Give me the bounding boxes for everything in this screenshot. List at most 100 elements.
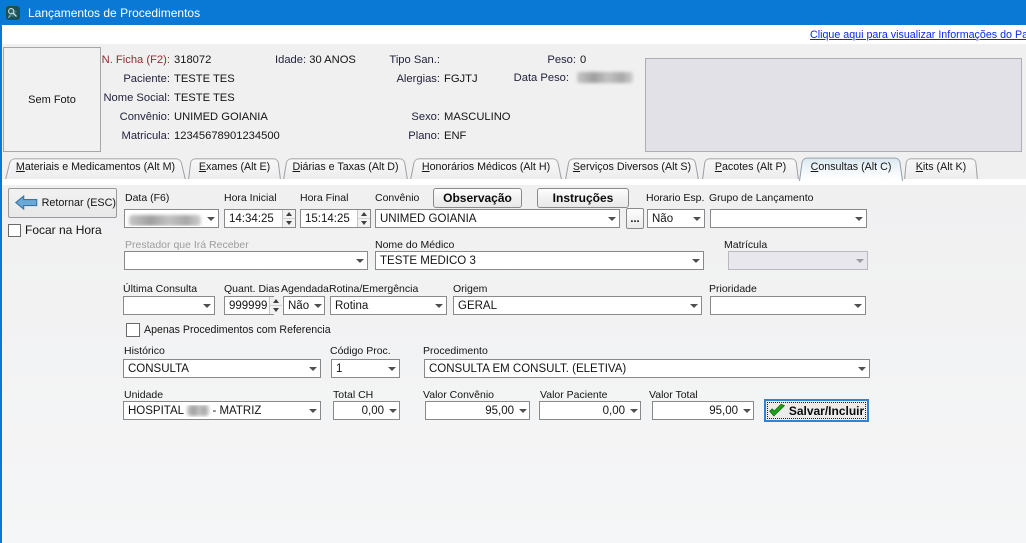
valor-total-combo[interactable]: 95,00: [652, 401, 754, 420]
tab-exames[interactable]: Exames (Alt E): [188, 157, 281, 179]
quant-dias-spin[interactable]: 999999: [224, 296, 274, 315]
return-button[interactable]: Retornar (ESC): [8, 188, 117, 218]
nome-social-value: TESTE TES: [174, 92, 235, 104]
valor-convenio-dropdown-arrow[interactable]: [516, 402, 529, 419]
link-strip: Clique aqui para visualizar Informações …: [2, 25, 1026, 44]
total-ch-label: Total CH: [333, 389, 373, 401]
nome-medico-combo[interactable]: TESTE MEDICO 3: [375, 251, 704, 270]
paciente-label: Paciente:: [123, 73, 170, 85]
matricula-combo: [728, 251, 868, 270]
data-f6-value-masked: [125, 212, 203, 226]
horario-esp-combo[interactable]: Não: [647, 209, 705, 228]
tab-servicos-diversos[interactable]: Serviços Diversos (Alt S): [565, 157, 699, 179]
instrucoes-button[interactable]: Instruções: [537, 188, 629, 208]
horario-esp-dropdown-arrow[interactable]: [689, 210, 704, 227]
focar-na-hora-box[interactable]: [8, 224, 21, 237]
quant-dias-spinner-buttons[interactable]: [269, 297, 282, 314]
tab-consultas[interactable]: Consultas (Alt C): [799, 156, 903, 180]
historico-combo[interactable]: CONSULTA: [123, 359, 321, 378]
prioridade-dropdown-arrow[interactable]: [850, 297, 865, 314]
data-peso-value-masked: [577, 71, 633, 83]
valor-convenio-combo[interactable]: 95,00: [425, 401, 530, 420]
valor-total-dropdown-arrow[interactable]: [740, 402, 753, 419]
matricula-label: Matricula:: [122, 130, 171, 142]
codigo-proc-combo[interactable]: 1: [331, 359, 400, 378]
observacao-button[interactable]: Observação: [433, 188, 522, 208]
ultima-consulta-label: Última Consulta: [123, 283, 197, 295]
total-ch-dropdown-arrow[interactable]: [386, 402, 399, 419]
ficha-value: 318072: [174, 54, 211, 66]
apenas-referencia-box[interactable]: [126, 323, 140, 337]
unidade-dropdown-arrow[interactable]: [305, 402, 320, 419]
rotina-emergencia-dropdown-arrow[interactable]: [431, 297, 446, 314]
patient-panel: Sem Foto N. Ficha (F2): 318072 Paciente:…: [2, 44, 1026, 157]
alergias-value: FGJTJ: [444, 73, 478, 85]
valor-paciente-dropdown-arrow[interactable]: [627, 402, 640, 419]
hora-inicial-spinner-buttons[interactable]: [282, 210, 295, 227]
ultima-consulta-dropdown-arrow[interactable]: [199, 297, 214, 314]
unidade-label: Unidade: [124, 389, 163, 401]
data-f6-label: Data (F6): [125, 192, 169, 204]
grupo-lancamento-dropdown-arrow[interactable]: [851, 210, 866, 227]
hora-final-spinner-buttons[interactable]: [357, 210, 370, 227]
salvar-incluir-button[interactable]: Salvar/Incluir: [764, 399, 869, 422]
total-ch-combo[interactable]: 0,00: [333, 401, 400, 420]
tab-materiais-e-medicamentos[interactable]: Materiais e Medicamentos (Alt M): [5, 157, 186, 179]
valor-paciente-combo[interactable]: 0,00: [539, 401, 641, 420]
tab-diarias-e-taxas[interactable]: Diárias e Taxas (Alt D): [283, 157, 408, 179]
procedimento-label: Procedimento: [423, 345, 488, 357]
historico-dropdown-arrow[interactable]: [305, 360, 320, 377]
agendada-combo[interactable]: Não: [283, 296, 325, 315]
apenas-referencia-label: Apenas Procedimentos com Referencia: [144, 324, 331, 336]
prestador-dropdown-arrow[interactable]: [352, 252, 367, 269]
horario-esp-label: Horario Esp.: [646, 192, 704, 204]
data-f6-combo[interactable]: [124, 209, 219, 228]
prioridade-label: Prioridade: [709, 283, 757, 295]
focar-na-hora-checkbox[interactable]: Focar na Hora: [8, 223, 102, 237]
tab-kits[interactable]: Kits (Alt K): [904, 157, 978, 179]
plano-label: Plano:: [408, 130, 440, 142]
convenio-combo[interactable]: UNIMED GOIANIA: [375, 209, 620, 228]
procedimento-combo[interactable]: CONSULTA EM CONSULT. (ELETIVA): [424, 359, 870, 378]
alergias-label: Alergias:: [396, 73, 440, 85]
plano-value: ENF: [444, 130, 466, 142]
origem-dropdown-arrow[interactable]: [686, 297, 701, 314]
apenas-referencia-checkbox[interactable]: Apenas Procedimentos com Referencia: [126, 323, 331, 337]
valor-total-label: Valor Total: [649, 389, 698, 401]
ultima-consulta-combo[interactable]: [123, 296, 215, 315]
rotina-emergencia-combo[interactable]: Rotina: [330, 296, 447, 315]
unidade-combo[interactable]: HOSPITAL - MATRIZ: [123, 401, 321, 420]
unidade-value: HOSPITAL - MATRIZ: [124, 405, 305, 417]
tab-pacotes[interactable]: Pacotes (Alt P): [702, 157, 799, 179]
app-icon: [5, 5, 21, 21]
agendada-dropdown-arrow[interactable]: [311, 297, 324, 314]
peso-label: Peso:: [547, 54, 576, 66]
prestador-combo[interactable]: [124, 251, 368, 270]
data-f6-dropdown-arrow[interactable]: [203, 210, 218, 227]
hora-final-spin[interactable]: 15:14:25: [300, 209, 371, 228]
grupo-lancamento-label: Grupo de Lançamento: [709, 192, 814, 204]
valor-paciente-label: Valor Paciente: [540, 389, 608, 401]
nome-medico-dropdown-arrow[interactable]: [688, 252, 703, 269]
convenio-dropdown-arrow[interactable]: [604, 210, 619, 227]
codigo-proc-label: Código Proc.: [330, 345, 391, 357]
convenio-ellipsis-button[interactable]: ...: [626, 208, 644, 229]
sexo-label: Sexo:: [411, 111, 440, 123]
salvar-focus-rect: [767, 402, 866, 419]
origem-combo[interactable]: GERAL: [453, 296, 702, 315]
tab-honorarios-medicos[interactable]: Honorários Médicos (Alt H): [410, 157, 562, 179]
patient-notes-memo[interactable]: [645, 58, 1022, 152]
prioridade-combo[interactable]: [710, 296, 866, 315]
codigo-proc-dropdown-arrow[interactable]: [384, 360, 399, 377]
grupo-lancamento-combo[interactable]: [710, 209, 867, 228]
convenio-value: UNIMED GOIANIA: [174, 111, 268, 123]
ficha-label: N. Ficha (F2):: [102, 54, 170, 66]
convenio-field-label: Convênio: [375, 192, 419, 204]
matricula-dropdown-arrow: [852, 252, 867, 269]
patient-info-link[interactable]: Clique aqui para visualizar Informações …: [810, 29, 1026, 41]
hora-inicial-spin[interactable]: 14:34:25: [224, 209, 296, 228]
window-left-border: [0, 25, 2, 543]
nome-social-label: Nome Social:: [103, 92, 170, 104]
procedimento-dropdown-arrow[interactable]: [854, 360, 869, 377]
back-arrow-icon: [15, 194, 38, 212]
